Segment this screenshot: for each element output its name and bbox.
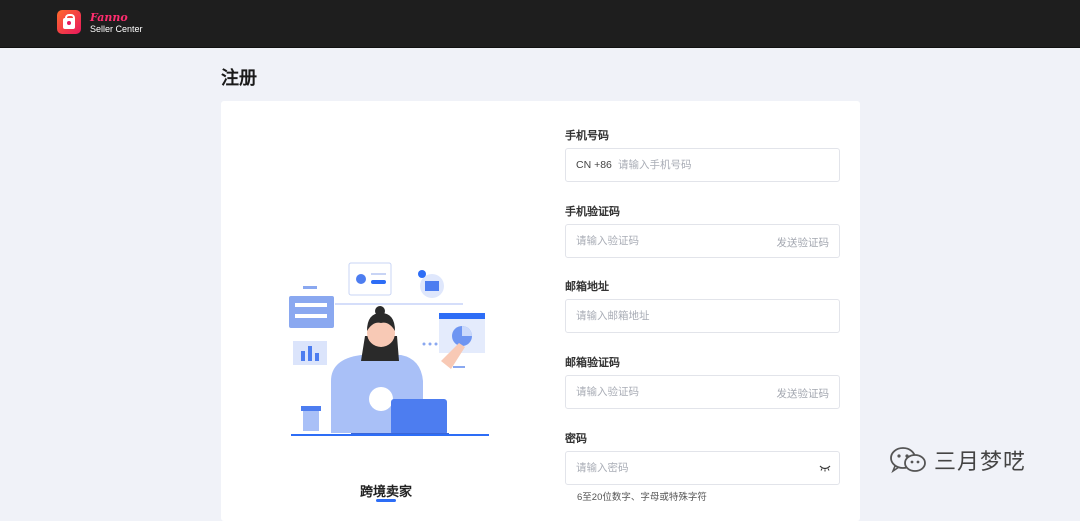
- email-code-field[interactable]: 发送验证码: [565, 375, 840, 409]
- phone-field[interactable]: CN +86: [565, 148, 840, 182]
- password-input[interactable]: [576, 452, 806, 484]
- country-code-select[interactable]: CN +86: [576, 159, 612, 171]
- phone-label: 手机号码: [565, 130, 609, 142]
- wechat-icon: [890, 447, 926, 474]
- password-hint: 6至20位数字、字母或特殊字符: [577, 492, 707, 503]
- email-label: 邮箱地址: [565, 281, 609, 293]
- brand-name[interactable]: Fanno: [90, 11, 128, 24]
- email-input[interactable]: [576, 300, 826, 332]
- caption-underline: [376, 499, 396, 502]
- watermark: 三月梦呓: [888, 444, 1026, 476]
- illustration-caption: 跨境卖家: [359, 484, 412, 499]
- phone-code-field[interactable]: 发送验证码: [565, 224, 840, 258]
- shopping-bag-logo-icon[interactable]: [57, 10, 81, 34]
- register-card: 跨境卖家 手机号码 CN +86 手机验证码 发送验证码 邮箱地址 邮箱验证码 …: [221, 101, 860, 521]
- phone-code-label: 手机验证码: [565, 206, 620, 218]
- eye-closed-icon[interactable]: [819, 464, 831, 472]
- watermark-text: 三月梦呓: [934, 449, 1027, 474]
- send-email-code-button[interactable]: 发送验证码: [777, 386, 830, 401]
- page-title: 注册: [221, 68, 257, 88]
- phone-input[interactable]: [618, 149, 818, 181]
- email-field[interactable]: [565, 299, 840, 333]
- email-code-label: 邮箱验证码: [565, 357, 620, 369]
- send-phone-code-button[interactable]: 发送验证码: [777, 235, 830, 250]
- brand-subtitle: Seller Center: [90, 24, 143, 34]
- top-bar: Fanno Seller Center: [0, 0, 1080, 48]
- seller-illustration: [289, 262, 489, 436]
- phone-code-input[interactable]: [576, 225, 756, 257]
- password-label: 密码: [565, 433, 587, 445]
- password-field[interactable]: [565, 451, 840, 485]
- email-code-input[interactable]: [576, 376, 756, 408]
